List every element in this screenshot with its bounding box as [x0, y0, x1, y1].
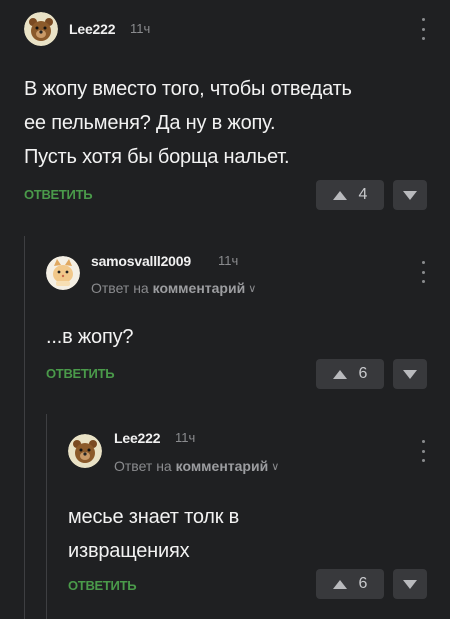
chevron-down-icon: ∨ [271, 461, 280, 473]
arrow-down-icon [403, 190, 417, 200]
arrow-up-icon [332, 369, 347, 379]
thread-line-level-1 [24, 236, 25, 619]
comment-line: ...в жопу? [46, 326, 134, 348]
reply-to-link[interactable]: Ответ на комментарий ∨ [114, 458, 279, 474]
reply-button[interactable]: ОТВЕТИТЬ [46, 366, 115, 381]
timestamp: 11ч [175, 430, 196, 445]
thread-line-level-2 [46, 414, 47, 619]
avatar[interactable] [68, 434, 102, 468]
cat-avatar-icon [46, 256, 80, 290]
username[interactable]: samosvalll2009 [91, 253, 191, 269]
upvote-button[interactable]: 6 [316, 359, 384, 389]
reply-button[interactable]: ОТВЕТИТЬ [24, 187, 93, 202]
timestamp: 11ч [130, 21, 151, 36]
arrow-up-icon [332, 190, 347, 200]
reply-to-target: комментарий [152, 280, 246, 296]
vote-count: 6 [358, 365, 368, 382]
reply-to-link[interactable]: Ответ на комментарий ∨ [91, 280, 256, 296]
reply-to-target: комментарий [175, 458, 269, 474]
arrow-up-icon [332, 579, 347, 589]
username[interactable]: Lee222 [114, 430, 160, 446]
bear-avatar-icon [68, 434, 102, 468]
avatar[interactable] [46, 256, 80, 290]
more-options-icon[interactable] [418, 18, 428, 40]
more-options-icon[interactable] [418, 261, 428, 283]
arrow-down-icon [403, 579, 417, 589]
vote-count: 6 [358, 575, 368, 592]
comment-text: ...в жопу? [46, 320, 134, 354]
arrow-down-icon [403, 369, 417, 379]
comment-line: месье знает толк в [68, 506, 240, 528]
more-options-icon[interactable] [418, 440, 428, 462]
upvote-button[interactable]: 6 [316, 569, 384, 599]
comment-text: месье знает толк в извращениях [68, 500, 239, 568]
comment-line: В жопу вместо того, чтобы отведать [24, 78, 352, 100]
timestamp: 11ч [218, 253, 239, 268]
comment-line: извращениях [68, 540, 190, 562]
reply-to-prefix: Ответ на [114, 458, 172, 474]
vote-count: 4 [358, 186, 368, 203]
comment-line: ее пельменя? Да ну в жопу. [24, 112, 276, 134]
avatar[interactable] [24, 12, 58, 46]
reply-button[interactable]: ОТВЕТИТЬ [68, 578, 137, 593]
bear-avatar-icon [24, 12, 58, 46]
downvote-button[interactable] [393, 180, 427, 210]
downvote-button[interactable] [393, 359, 427, 389]
reply-to-prefix: Ответ на [91, 280, 149, 296]
username[interactable]: Lee222 [69, 21, 115, 37]
upvote-button[interactable]: 4 [316, 180, 384, 210]
chevron-down-icon: ∨ [248, 283, 257, 295]
comment-line: Пусть хотя бы борща нальет. [24, 146, 290, 168]
downvote-button[interactable] [393, 569, 427, 599]
comment-text: В жопу вместо того, чтобы отведать ее пе… [24, 72, 352, 174]
